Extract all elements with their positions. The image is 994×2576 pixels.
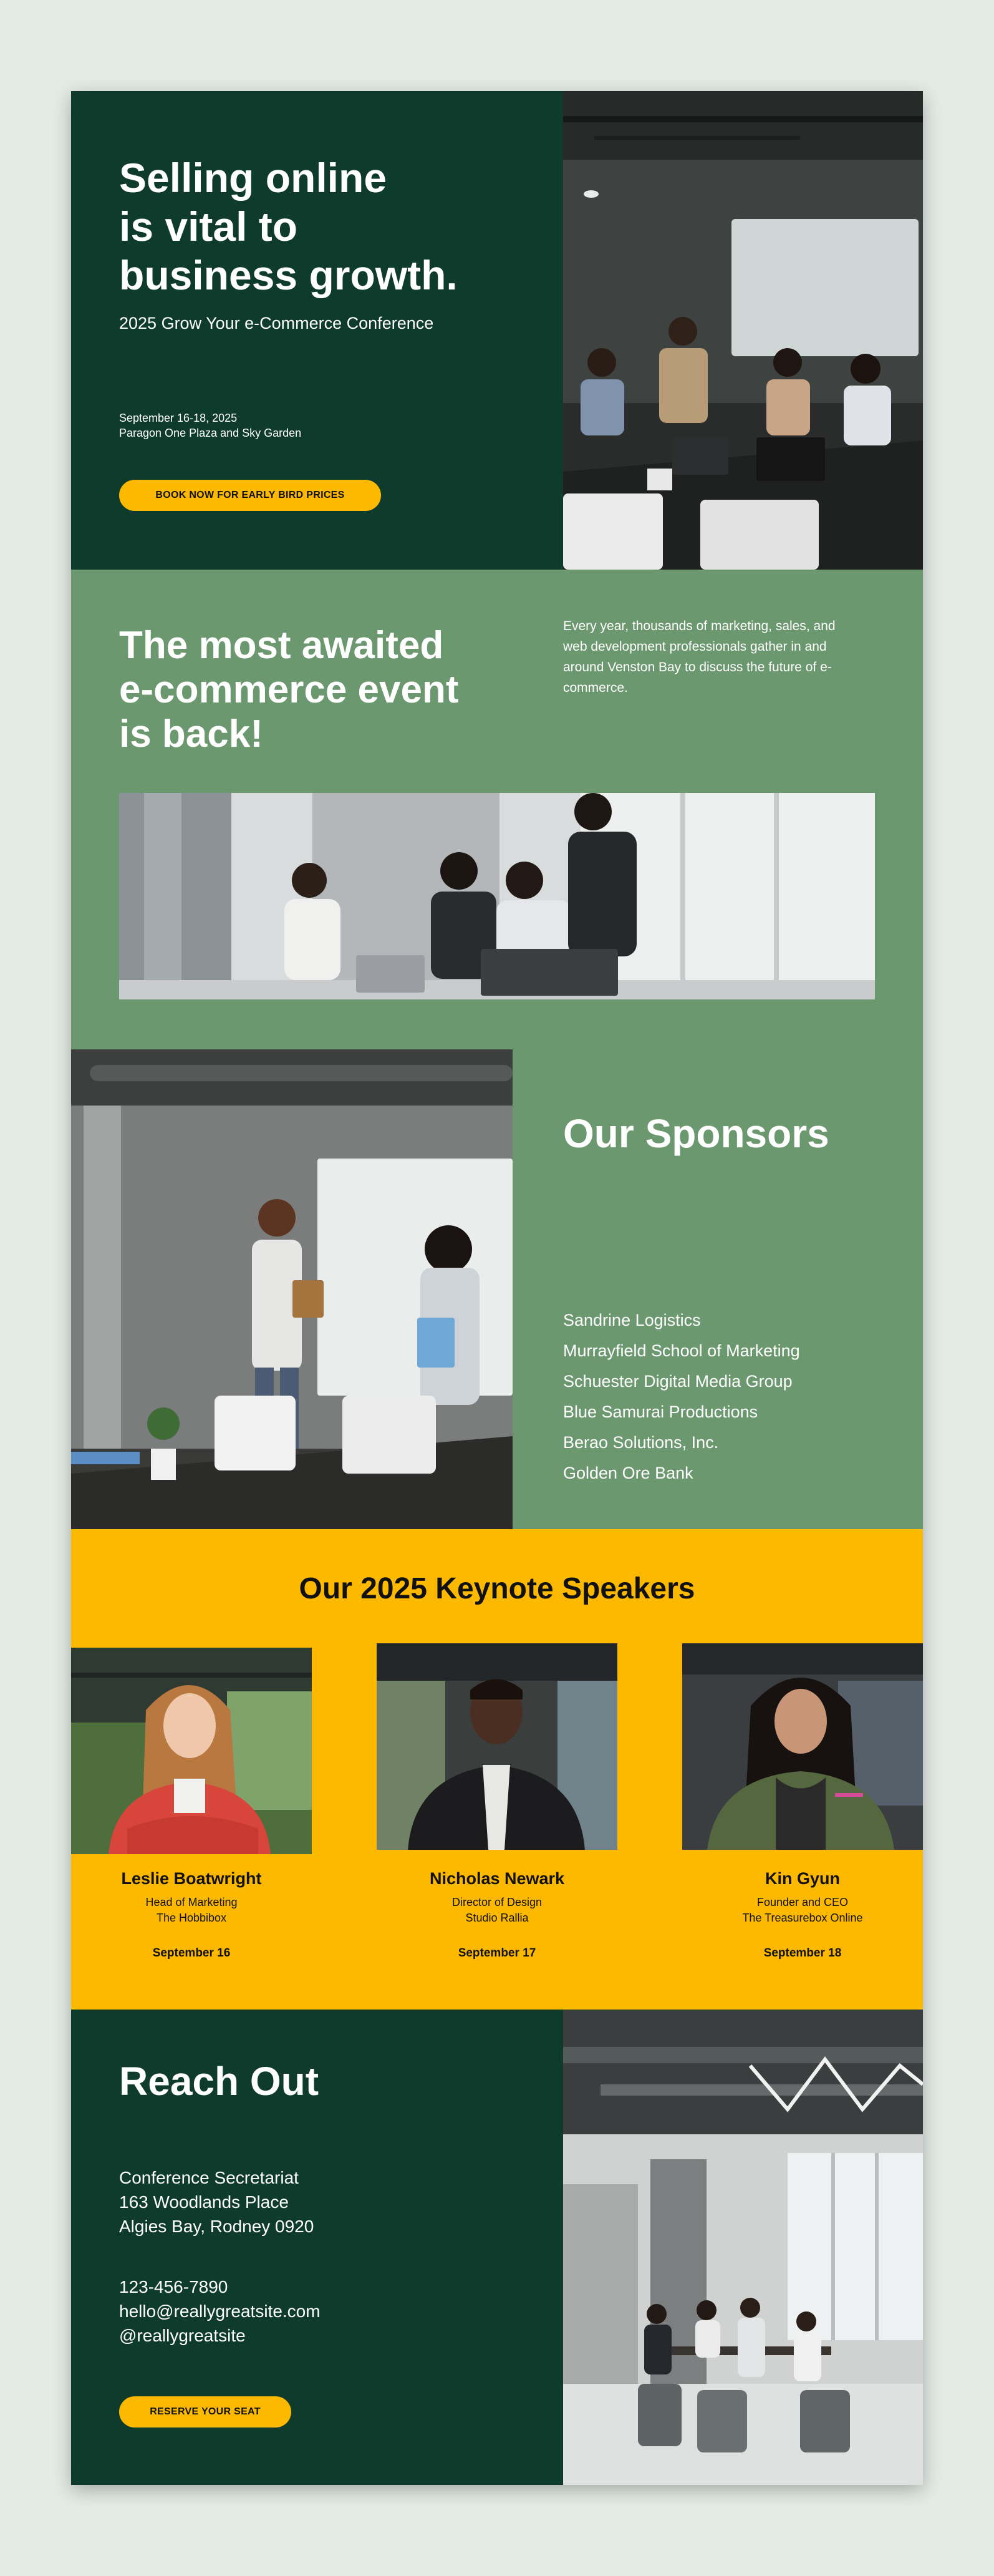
- sponsors-title: Our Sponsors: [563, 1111, 829, 1156]
- keynote-speakers-section: Our 2025 Keynote Speakers Leslie Boatwri…: [71, 1529, 923, 2010]
- event-date-venue: September 16-18, 2025 Paragon One Plaza …: [119, 411, 301, 440]
- hero-team-meeting-photo: [563, 91, 923, 570]
- address-line: 163 Woodlands Place: [119, 2192, 289, 2212]
- speaker-3-date: September 18: [763, 1947, 842, 1960]
- speaker-1-name: Leslie Boatwright: [121, 1869, 262, 1888]
- event-description: Every year, thousands of marketing, sale…: [563, 619, 836, 695]
- speaker-1-date: September 16: [152, 1947, 231, 1960]
- reach-out-office-photo: [563, 2010, 923, 2485]
- sponsors-list: Sandrine Logistics Murrayfield School of…: [563, 1305, 800, 1489]
- speaker-3-title: Founder and CEO The Treasurebox Online: [682, 1895, 923, 1926]
- address-line: Conference Secretariat: [119, 2168, 299, 2187]
- speaker-card-1: Leslie Boatwright Head of Marketing The …: [71, 1648, 312, 1997]
- speaker-1-photo: [71, 1648, 312, 1854]
- event-section: The most awaited e-commerce event is bac…: [71, 570, 923, 1049]
- sponsor-item: Schuester Digital Media Group: [563, 1372, 793, 1391]
- speaker-card-3: Kin Gyun Founder and CEO The Treasurebox…: [682, 1643, 923, 1997]
- event-venue: Paragon One Plaza and Sky Garden: [119, 427, 302, 439]
- speakers-title: Our 2025 Keynote Speakers: [299, 1572, 695, 1605]
- hero-title: Selling online is vital to business grow…: [119, 155, 458, 298]
- sponsors-section: Our Sponsors Sandrine Logistics Murrayfi…: [71, 1049, 923, 1529]
- reach-out-section: Reach Out Conference Secretariat 163 Woo…: [71, 2010, 923, 2485]
- speaker-2-name: Nicholas Newark: [429, 1869, 565, 1888]
- speaker-1-title: Head of Marketing The Hobbibox: [71, 1895, 312, 1926]
- sponsor-item: Sandrine Logistics: [563, 1311, 701, 1329]
- contact-address: Conference Secretariat 163 Woodlands Pla…: [119, 2165, 314, 2238]
- sponsor-item: Golden Ore Bank: [563, 1464, 693, 1482]
- reserve-seat-button[interactable]: RESERVE YOUR SEAT: [119, 2396, 291, 2428]
- contact-details: 123-456-7890 hello@reallygreatsite.com @…: [119, 2275, 321, 2348]
- book-now-button[interactable]: BOOK NOW FOR EARLY BIRD PRICES: [119, 480, 381, 511]
- speaker-1-company: The Hobbibox: [156, 1912, 227, 1924]
- sponsor-item: Murrayfield School of Marketing: [563, 1341, 800, 1360]
- event-title: The most awaited e-commerce event is bac…: [119, 624, 459, 756]
- sponsors-handshake-photo: [71, 1049, 513, 1529]
- speaker-3-photo: [682, 1643, 923, 1850]
- contact-social-handle[interactable]: @reallygreatsite: [119, 2323, 321, 2348]
- speaker-2-photo: [377, 1643, 617, 1850]
- conference-flyer: Selling online is vital to business grow…: [71, 91, 923, 2485]
- speaker-2-date: September 17: [458, 1947, 536, 1960]
- sponsor-item: Berao Solutions, Inc.: [563, 1433, 719, 1452]
- event-date: September 16-18, 2025: [119, 412, 238, 424]
- speaker-2-company: Studio Rallia: [465, 1912, 529, 1924]
- speaker-2-title: Director of Design Studio Rallia: [377, 1895, 617, 1926]
- speaker-3-company: The Treasurebox Online: [742, 1912, 863, 1924]
- speaker-2-role: Director of Design: [451, 1896, 543, 1908]
- event-team-laptop-photo: [119, 793, 875, 999]
- speaker-3-role: Founder and CEO: [756, 1896, 849, 1908]
- speaker-1-role: Head of Marketing: [145, 1896, 238, 1908]
- address-line: Algies Bay, Rodney 0920: [119, 2217, 314, 2236]
- hero-section: Selling online is vital to business grow…: [71, 91, 923, 570]
- contact-phone: 123-456-7890: [119, 2277, 228, 2297]
- sponsor-item: Blue Samurai Productions: [563, 1402, 758, 1421]
- speaker-3-name: Kin Gyun: [765, 1869, 840, 1888]
- reach-out-title: Reach Out: [119, 2059, 319, 2104]
- speaker-card-2: Nicholas Newark Director of Design Studi…: [377, 1643, 617, 1997]
- hero-subtitle: 2025 Grow Your e-Commerce Conference: [119, 314, 434, 333]
- contact-email[interactable]: hello@reallygreatsite.com: [119, 2299, 321, 2323]
